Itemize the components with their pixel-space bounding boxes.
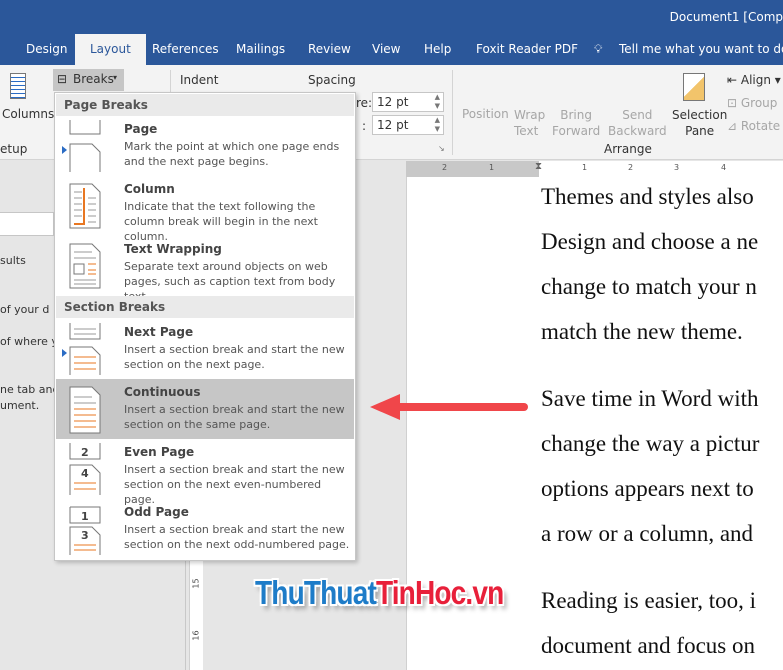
breaks-label: Breaks — [73, 72, 114, 86]
document-line: match the new theme. — [541, 319, 743, 344]
document-line: change to match your n — [541, 274, 757, 299]
spacing-after-label: : — [362, 119, 367, 133]
document-line: options appears next to — [541, 476, 754, 501]
position-button[interactable]: Position — [462, 107, 509, 121]
document-line: change the way a pictur — [541, 431, 760, 456]
indent-marker[interactable]: ⧗ — [535, 161, 542, 172]
menu-item-column[interactable]: Column Indicate that the text following t… — [56, 176, 354, 243]
tell-me-search[interactable]: Tell me what you want to do — [619, 34, 783, 65]
page-breaks-header: Page Breaks — [56, 94, 354, 116]
document-line: Reading is easier, too, i — [541, 588, 756, 613]
svg-text:3: 3 — [81, 529, 89, 542]
ruler-label: 4 — [721, 163, 727, 172]
tab-references[interactable]: References — [152, 34, 219, 65]
paragraph-dialog-launcher-icon[interactable]: ↘ — [438, 144, 445, 153]
menu-item-even-page[interactable]: 24 Even Page Insert a section break and s… — [56, 439, 354, 506]
svg-text:1: 1 — [81, 510, 89, 523]
nav-text: sults — [0, 254, 26, 267]
navigation-search-input[interactable] — [0, 212, 54, 236]
tab-design[interactable]: Design — [26, 34, 67, 65]
text-wrapping-icon — [69, 243, 101, 289]
next-page-icon — [69, 323, 101, 375]
chevron-down-icon: ▾ — [113, 73, 118, 82]
menu-item-next-page[interactable]: Next Page Insert a section break and star… — [56, 319, 354, 379]
tab-review[interactable]: Review — [308, 34, 351, 65]
document-line: Design and choose a ne — [541, 229, 759, 254]
page-setup-group-label: etup — [0, 142, 28, 156]
document-line: document and focus on — [541, 633, 755, 658]
menu-item-page[interactable]: Page Mark the point at which one page end… — [56, 116, 354, 176]
lightbulb-icon: 💡︎ — [594, 42, 603, 56]
tab-view[interactable]: View — [372, 34, 400, 65]
document-line: Themes and styles also — [541, 184, 754, 209]
ruler-label: 15 — [191, 578, 201, 589]
title-bar: Document1 [Comp — [0, 0, 783, 34]
ruler-label: 2 — [628, 163, 634, 172]
ruler-label: 1 — [489, 163, 495, 172]
tab-foxit[interactable]: Foxit Reader PDF — [476, 34, 578, 65]
arrange-group-label: Arrange — [604, 142, 652, 156]
tab-layout[interactable]: Layout — [75, 34, 146, 65]
svg-text:4: 4 — [81, 467, 89, 480]
column-break-icon — [69, 183, 101, 229]
ribbon-tabs: Design Layout References Mailings Review… — [0, 34, 783, 65]
columns-button[interactable]: Columns — [2, 107, 54, 121]
nav-text: of where y — [0, 335, 58, 348]
ruler-label: 3 — [674, 163, 680, 172]
breaks-icon: ⊟ — [57, 72, 68, 86]
group-button[interactable]: ⊡ Group — [727, 96, 777, 110]
rotate-button[interactable]: ⊿ Rotate — [727, 119, 780, 133]
marker-icon — [62, 146, 67, 154]
ruler-label: 2 — [442, 163, 448, 172]
nav-text: ne tab and — [0, 383, 60, 396]
document-line: a row or a column, and — [541, 521, 754, 546]
page-break-icon — [69, 120, 101, 172]
spacing-before-input[interactable]: 12 pt ▲ ▼ — [372, 92, 444, 112]
menu-item-continuous[interactable]: Continuous Insert a section break and sta… — [56, 379, 354, 439]
horizontal-ruler[interactable]: 2 1 ⧗ 1 2 3 4 — [406, 161, 783, 177]
odd-page-icon: 13 — [69, 506, 101, 555]
spacing-after-input[interactable]: 12 pt ▲ ▼ — [372, 115, 444, 135]
even-page-icon: 24 — [69, 443, 101, 495]
breaks-dropdown-menu: Page Breaks Page Mark the point at which … — [54, 92, 356, 561]
tab-help[interactable]: Help — [424, 34, 451, 65]
selection-pane-button[interactable]: Selection Pane — [672, 107, 727, 139]
nav-text: of your d — [0, 303, 50, 316]
columns-icon — [10, 73, 26, 99]
indent-label: Indent — [180, 73, 219, 87]
document-line: Save time in Word with — [541, 386, 759, 411]
svg-text:2: 2 — [81, 446, 89, 459]
section-breaks-header: Section Breaks — [56, 296, 354, 318]
bring-forward-button[interactable]: Bring Forward — [552, 107, 600, 139]
wrap-text-button[interactable]: Wrap Text — [514, 107, 545, 139]
annotation-arrow-icon — [370, 394, 528, 420]
menu-item-odd-page[interactable]: 13 Odd Page Insert a section break and st… — [56, 499, 354, 559]
spacing-before-label: re: — [356, 96, 373, 110]
ruler-label: 1 — [582, 163, 588, 172]
continuous-icon — [69, 386, 101, 434]
marker-icon — [62, 349, 67, 357]
menu-item-text-wrapping[interactable]: Text Wrapping Separate text around object… — [56, 236, 354, 303]
selection-pane-icon — [683, 73, 705, 101]
send-backward-button[interactable]: Send Backward — [608, 107, 667, 139]
align-button[interactable]: ⇤ Align ▾ — [727, 73, 781, 87]
breaks-button[interactable]: ⊟ Breaks ▾ — [53, 69, 124, 91]
tab-mailings[interactable]: Mailings — [236, 34, 285, 65]
nav-text: ument. — [0, 399, 40, 412]
watermark-logo: ThuThuatTinHoc.vn — [255, 574, 504, 611]
ruler-label: 16 — [191, 630, 201, 641]
document-title: Document1 [Comp — [669, 10, 783, 24]
spacing-label: Spacing — [308, 73, 356, 87]
